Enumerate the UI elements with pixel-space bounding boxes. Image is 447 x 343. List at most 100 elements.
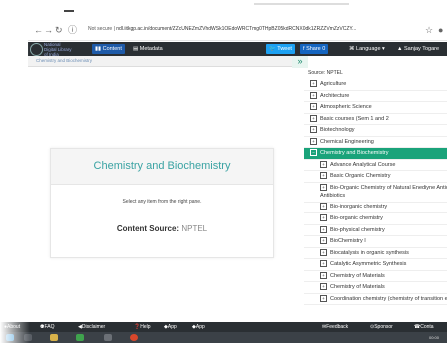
browser-window: ← → ↻ ⓘ Not secure | ndl.iitkgp.ac.in/do… [0,0,447,343]
tree-course-item[interactable]: + Chemistry of Materials [304,271,447,282]
tree-course-item[interactable]: + Advance Analytical Course [304,160,447,171]
expand-icon[interactable]: + [320,172,327,180]
tree-item-label: Basic Organic Chemistry [330,173,391,179]
tree-item-label: Biotechnology [320,127,355,133]
taskbar-app-icon[interactable] [76,334,84,341]
forward-icon[interactable]: → [44,24,53,36]
tree-item-label: Atmospheric Science [320,104,372,110]
tree-course-item[interactable]: + Chemistry of Materials [304,282,447,294]
footer-bar: ● About ⚉ FAQ ◀ Disclaimer ❓ Help ◆ App … [0,322,447,332]
tree-item-label: Agriculture [320,81,347,87]
tree-category-item[interactable]: + Basic courses (Sem 1 and 2 [304,114,447,125]
tree-course-item[interactable]: + Bio-Organic Chemistry of Natural Enediy… [304,183,447,203]
url-text: ndl.iitkgp.ac.in/document/ZZcUNEZmZVhdWS… [116,26,357,32]
footer-feedback-link[interactable]: ✉ Feedback [322,322,348,332]
expand-icon[interactable]: + [310,91,317,99]
breadcrumb-item[interactable]: Chemistry and Biochemistry [36,56,92,66]
app-header: National Digital Library of India ▮▮ Con… [28,42,447,56]
tree-course-item[interactable]: + BioChemistry I [304,236,447,248]
expand-icon[interactable]: + [320,294,327,302]
expand-icon[interactable]: + [320,283,327,291]
share-button[interactable]: f Share 0 [300,44,329,54]
tree-item-label: Architecture [320,92,350,99]
start-icon[interactable] [6,334,14,341]
expand-icon[interactable]: + [320,260,327,268]
expand-icon[interactable]: + [310,114,317,122]
tree-item-label: Coordination chemistry (chemistry of tra… [330,295,447,302]
tree-item-label: Chemistry of Materials [330,272,385,279]
security-label: Not secure [88,26,113,32]
user-menu[interactable]: ▲ Sanjay Togare [394,44,442,54]
tree-item-label: Bio-inorganic chemistry [330,203,388,210]
content-source: Content Source: NPTEL [116,224,208,233]
expand-icon[interactable]: + [310,80,317,88]
back-icon[interactable]: ← [34,24,43,36]
expand-icon[interactable]: + [320,248,327,256]
tree-item-label: Chemistry and Biochemistry [320,150,389,156]
taskbar-app-icon[interactable] [104,334,112,341]
tree-item-label: Bio-physical chemistry [330,226,385,233]
os-taskbar: 00:00 [0,332,447,343]
footer-app-link-1[interactable]: ◆ App [164,322,177,332]
footer-disclaimer-link[interactable]: ◀ Disclaimer [78,322,105,332]
ndl-logo[interactable]: National Digital Library of India [30,42,78,56]
metadata-tab[interactable]: ▤ Metadata [130,44,166,54]
content-card: Chemistry and Biochemistry Select any it… [50,148,274,258]
url-field[interactable]: Not secure | ndl.iitkgp.ac.in/document/Z… [88,26,356,32]
tree-source-label: Source: NPTEL [308,70,343,76]
footer-about-link[interactable]: ● About [4,322,20,332]
tree-item-label: Bio-organic chemistry [330,215,383,221]
tree-course-item[interactable]: + Bio-physical chemistry [304,225,447,236]
logo-emblem-icon [30,43,43,56]
footer-app-link-2[interactable]: ◆ App [192,322,205,332]
taskbar-app-icon[interactable] [24,334,32,341]
expand-icon[interactable]: + [310,103,317,111]
collapse-icon[interactable]: − [310,149,317,157]
expand-icon[interactable]: + [320,271,327,279]
tree-course-item[interactable]: + Bio-organic chemistry [304,213,447,225]
tree-course-item[interactable]: + Catalytic Asymmetric Synthesis [304,259,447,271]
tree-course-item[interactable]: + Biocatalysis in organic synthesis [304,248,447,259]
expand-icon[interactable]: + [320,237,327,245]
subject-tree: Source: NPTEL + Agriculture + Architecture +… [304,68,447,322]
tree-item-label: Biocatalysis in organic synthesis [330,249,409,256]
tree-category-item[interactable]: + Architecture [304,91,447,102]
browser-tab-strip [28,0,447,22]
folder-icon[interactable] [50,334,58,341]
tab-close-icon[interactable] [64,10,74,12]
tree-category-item[interactable]: + Agriculture [304,79,447,91]
tree-category-item[interactable]: + Atmospheric Science [304,102,447,114]
footer-contact-link[interactable]: ☎ Conta [414,322,434,332]
tweet-button[interactable]: 🐦 Tweet [266,44,295,54]
bookmark-star-icon[interactable]: ☆ [425,24,433,36]
expand-icon[interactable]: + [320,225,327,233]
tree-item-label: Bio-Organic Chemistry of Natural Enediyn… [320,184,447,199]
tree-category-item[interactable]: + Chemical Engineering [304,137,447,148]
reload-icon[interactable]: ↻ [55,24,63,36]
footer-faq-link[interactable]: ⚉ FAQ [40,322,55,332]
language-dropdown[interactable]: ⌘ Language ▾ [346,44,388,54]
footer-help-link[interactable]: ❓ Help [134,322,151,332]
tree-category-item[interactable]: + Biotechnology [304,125,447,137]
tree-item-label: Advance Analytical Course [330,161,396,168]
tree-course-item[interactable]: + Basic Organic Chemistry [304,171,447,183]
expand-icon[interactable]: + [320,183,327,191]
expand-icon[interactable]: + [310,137,317,145]
breadcrumb: Chemistry and Biochemistry [28,56,292,67]
footer-sponsor-link[interactable]: ⊙ Sponsor [370,322,393,332]
expand-icon[interactable]: + [320,214,327,222]
expand-icon[interactable]: + [310,126,317,134]
expand-icon[interactable]: + [320,202,327,210]
card-title: Chemistry and Biochemistry [51,149,273,185]
pane-toggle-icon[interactable]: » [292,56,308,68]
tree-course-item[interactable]: + Bio-inorganic chemistry [304,202,447,213]
taskbar-clock: 00:00 [428,335,439,340]
tree-category-item[interactable]: − Chemistry and Biochemistry [304,148,447,160]
chrome-icon[interactable] [130,334,138,341]
content-tab[interactable]: ▮▮ Content [92,44,125,54]
tree-course-item[interactable]: + Coordination chemistry (chemistry of tr… [304,294,447,305]
left-fade-overlay [0,0,30,343]
tree-item-label: Chemical Engineering [320,138,374,145]
expand-icon[interactable]: + [320,160,327,168]
profile-icon[interactable]: ● [438,24,443,36]
